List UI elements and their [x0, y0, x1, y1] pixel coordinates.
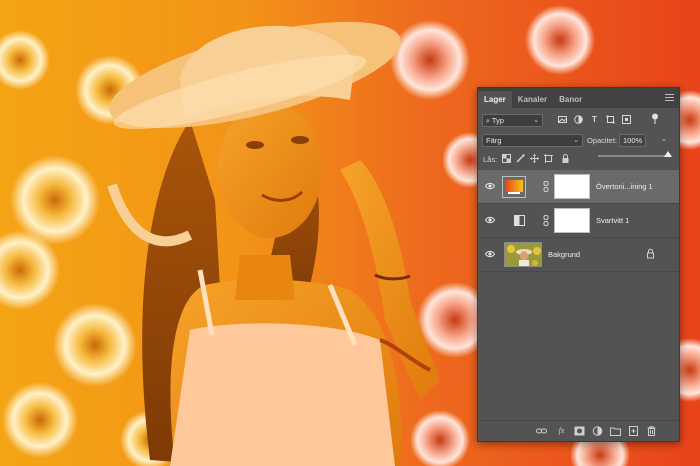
lock-all-icon[interactable]: [561, 154, 570, 163]
lock-label: Lås:: [483, 155, 498, 164]
layer-row-gradient-map[interactable]: Övertoni...ining 1: [478, 170, 679, 204]
slider-handle[interactable]: [664, 151, 672, 157]
lock-image-icon[interactable]: [516, 154, 525, 163]
lock-icon[interactable]: [646, 248, 655, 259]
shape-filter-icon[interactable]: [606, 115, 615, 124]
image-filter-icon[interactable]: [558, 115, 567, 124]
panel-tab-bar: Lager Kanaler Banor: [478, 88, 679, 108]
panel-menu-icon[interactable]: [665, 94, 674, 101]
layer-row-background[interactable]: Bakgrund: [478, 238, 679, 272]
layer-mask-thumbnail[interactable]: [554, 208, 590, 233]
opacity-label: Opacitet:: [587, 136, 618, 145]
panel-footer: fx: [478, 420, 679, 441]
visibility-eye-icon[interactable]: [485, 216, 495, 224]
mask-link-icon[interactable]: [543, 181, 549, 192]
layer-name[interactable]: Övertoni...ining 1: [596, 182, 653, 191]
blend-mode-value: Färg: [486, 136, 502, 145]
adjustment-filter-icon[interactable]: [574, 115, 583, 124]
filter-kind-select[interactable]: ⌕ Typ ⌄: [482, 114, 543, 127]
blend-row: Färg ⌄ Opacitet: 100% ⌄: [478, 133, 679, 149]
black-white-adjustment-icon: [514, 215, 525, 226]
background-thumbnail: [504, 242, 542, 267]
mask-link-icon[interactable]: [543, 215, 549, 226]
gradient-map-thumbnail-icon: [502, 176, 526, 198]
layer-mask-thumbnail[interactable]: [554, 174, 590, 199]
layer-row-black-white[interactable]: Svartvitt 1: [478, 204, 679, 238]
chevron-down-icon: ⌄: [573, 137, 579, 144]
link-layers-icon[interactable]: [536, 426, 547, 436]
new-layer-icon[interactable]: [628, 426, 639, 436]
blend-mode-select[interactable]: Färg ⌄: [482, 134, 583, 147]
visibility-eye-icon[interactable]: [485, 250, 495, 258]
layers-panel: Lager Kanaler Banor ⌕ Typ ⌄ T Färg ⌄ Opaci…: [477, 87, 680, 442]
tab-banor[interactable]: Banor: [553, 91, 588, 108]
delete-layer-icon[interactable]: [646, 426, 657, 436]
fill-slider[interactable]: [598, 151, 672, 157]
adjustment-layer-icon[interactable]: [592, 426, 603, 436]
lock-artboard-icon[interactable]: [544, 154, 553, 163]
tab-lager[interactable]: Lager: [478, 91, 512, 108]
tab-kanaler[interactable]: Kanaler: [512, 91, 553, 108]
fx-icon[interactable]: fx: [556, 426, 567, 436]
lock-position-icon[interactable]: [530, 154, 539, 163]
visibility-eye-icon[interactable]: [485, 182, 495, 190]
type-filter-icon[interactable]: T: [590, 115, 599, 124]
layer-list: Övertoni...ining 1 Svartvitt 1 Bakgrund: [478, 170, 679, 272]
layer-name[interactable]: Bakgrund: [548, 250, 580, 259]
add-mask-icon[interactable]: [574, 426, 585, 436]
chevron-down-icon: ⌄: [533, 117, 539, 124]
chevron-down-icon[interactable]: ⌄: [661, 135, 667, 143]
new-group-icon[interactable]: [610, 426, 621, 436]
lock-transparent-icon[interactable]: [502, 154, 511, 163]
layer-filter-row: ⌕ Typ ⌄ T: [478, 112, 679, 128]
filter-toggle-icon[interactable]: [650, 113, 659, 124]
smart-object-filter-icon[interactable]: [622, 115, 631, 124]
layer-name[interactable]: Svartvitt 1: [596, 216, 629, 225]
opacity-value: 100%: [623, 136, 643, 145]
opacity-field[interactable]: 100%: [619, 134, 646, 147]
filter-kind-label: Typ: [491, 116, 504, 125]
